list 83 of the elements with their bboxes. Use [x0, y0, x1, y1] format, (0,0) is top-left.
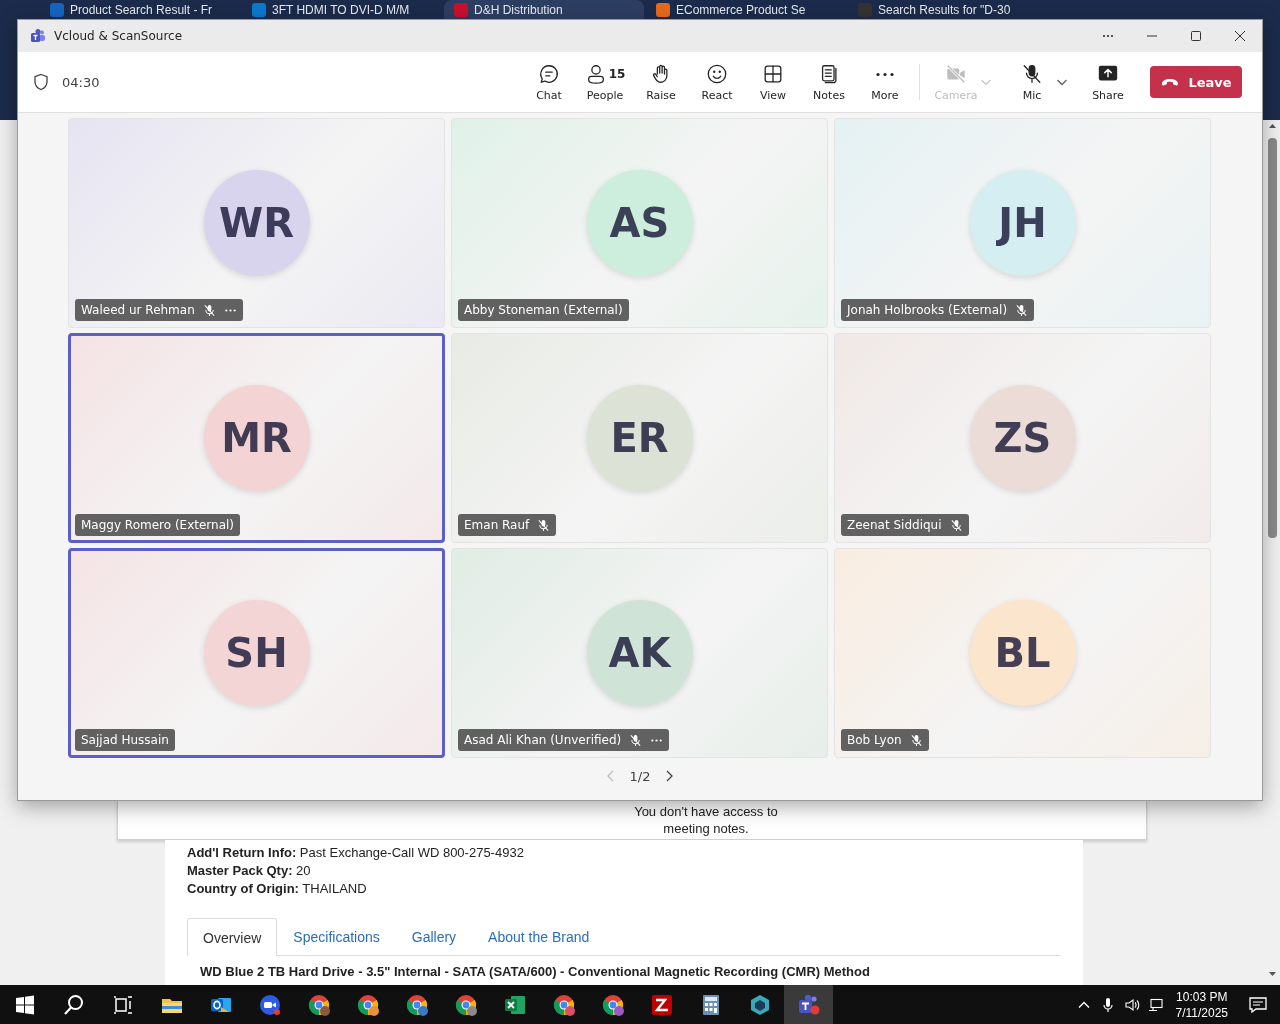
video-tile[interactable]: WR Waleed ur Rehman: [68, 118, 445, 328]
chat-icon: [538, 63, 560, 85]
maximize-icon: [1190, 30, 1202, 42]
favicon-icon: [252, 3, 266, 17]
browser-icon[interactable]: [600, 992, 625, 1017]
browser-tab[interactable]: 3FT HDMI TO DVI-D M/M: [242, 0, 442, 20]
favicon-icon: [656, 3, 670, 17]
video-tile[interactable]: ER Eman Rauf: [451, 333, 828, 543]
more-button[interactable]: More: [857, 55, 913, 109]
camera-icon: [945, 63, 967, 85]
participant-name: Bob Lyon: [847, 733, 902, 747]
product-tab[interactable]: Specifications: [277, 918, 396, 955]
search-icon[interactable]: [61, 992, 86, 1017]
favicon-icon: [50, 3, 64, 17]
avatar: WR: [203, 170, 310, 276]
speaker-icon[interactable]: [1123, 996, 1140, 1013]
participant-name: Zeenat Siddiqui: [847, 518, 942, 532]
favicon-icon: [454, 3, 468, 17]
participant-name: Maggy Romero (External): [81, 518, 235, 532]
avatar: BL: [969, 600, 1076, 706]
ftp-app-icon[interactable]: [649, 992, 674, 1017]
browser-tab[interactable]: Search Results for "D-30: [848, 0, 1048, 20]
share-button[interactable]: Share: [1080, 55, 1136, 109]
video-tile[interactable]: BL Bob Lyon: [834, 548, 1211, 758]
people-button[interactable]: 15 People: [577, 55, 633, 109]
video-app-icon[interactable]: [257, 992, 282, 1017]
product-tab[interactable]: About the Brand: [472, 918, 606, 955]
favicon-icon: [858, 3, 872, 17]
browser-icon[interactable]: [404, 992, 429, 1017]
avatar: JH: [969, 170, 1076, 276]
notification-icon[interactable]: [1248, 994, 1268, 1015]
product-tab[interactable]: Gallery: [395, 918, 473, 955]
avatar: MR: [203, 385, 310, 491]
browser-tab[interactable]: D&H Distribution: [444, 0, 644, 20]
browser-icon[interactable]: [551, 992, 576, 1017]
video-tile[interactable]: ZS Zeenat Siddiqui: [834, 333, 1211, 543]
product-heading: WD Blue 2 TB Hard Drive - 3.5" Internal - SATA (SATA/600) - Conventional Magnetic Recording (CMR) Method: [200, 964, 871, 980]
mic-button[interactable]: Mic: [1004, 55, 1060, 109]
participant-name: Jonah Holbrooks (External): [847, 303, 1008, 317]
chat-button[interactable]: Chat: [521, 55, 577, 109]
product-tab[interactable]: Overview: [187, 918, 278, 956]
avatar: AK: [586, 600, 693, 706]
window-title: Vcloud & ScanSource: [54, 29, 184, 43]
participant-name: Abby Stoneman (External): [464, 303, 623, 317]
participant-name: Eman Rauf: [464, 518, 530, 532]
view-icon: [762, 63, 784, 85]
notes-button[interactable]: Notes: [801, 55, 857, 109]
avatar: ZS: [969, 385, 1076, 491]
browser-icon[interactable]: [355, 992, 380, 1017]
video-tile[interactable]: AK Asad Ali Khan (Unverified): [451, 548, 828, 758]
notes-message: You don't have access to meeting notes.: [633, 803, 779, 837]
browser-icon[interactable]: [306, 992, 331, 1017]
video-tile[interactable]: JH Jonah Holbrooks (External): [834, 118, 1211, 328]
react-icon: [706, 63, 728, 85]
avatar: SH: [203, 600, 310, 706]
avatar: AS: [586, 170, 693, 276]
raise-button[interactable]: Raise: [633, 55, 689, 109]
teams-logo-icon: [30, 28, 46, 44]
teams-icon[interactable]: [796, 992, 821, 1017]
view-button[interactable]: View: [745, 55, 801, 109]
participant-name: Waleed ur Rehman: [81, 303, 195, 317]
video-tile[interactable]: MR Maggy Romero (External): [68, 333, 445, 543]
avatar: ER: [586, 385, 693, 491]
participant-name: Sajjad Hussain: [81, 733, 169, 747]
meeting-timer: 04:30: [62, 74, 101, 90]
clock[interactable]: 10:03 PM 7/11/2025: [1167, 988, 1236, 1021]
more-icon: [874, 71, 896, 77]
participant-name: Asad Ali Khan (Unverified): [464, 733, 622, 747]
product-detail: Master Pack Qty: 20: [187, 862, 312, 880]
network-icon[interactable]: [1147, 996, 1164, 1013]
browser-icon[interactable]: [453, 992, 478, 1017]
mic-icon: [1021, 63, 1043, 85]
react-button[interactable]: React: [689, 55, 745, 109]
video-tile[interactable]: SH Sajjad Hussain: [68, 548, 445, 758]
browser-tab[interactable]: Product Search Result - Fr: [40, 0, 240, 20]
video-tile[interactable]: AS Abby Stoneman (External): [451, 118, 828, 328]
product-detail: Add'l Return Info: Past Exchange-Call WD 800-275-4932: [187, 844, 525, 862]
product-detail: Country of Origin: THAILAND: [187, 880, 368, 898]
close-icon: [1234, 30, 1246, 42]
browser-tab[interactable]: ECommerce Product Se: [646, 0, 846, 20]
page-indicator: 1/2: [629, 768, 651, 784]
shield-icon[interactable]: [32, 73, 50, 91]
leave-button[interactable]: Leave: [1150, 66, 1242, 98]
